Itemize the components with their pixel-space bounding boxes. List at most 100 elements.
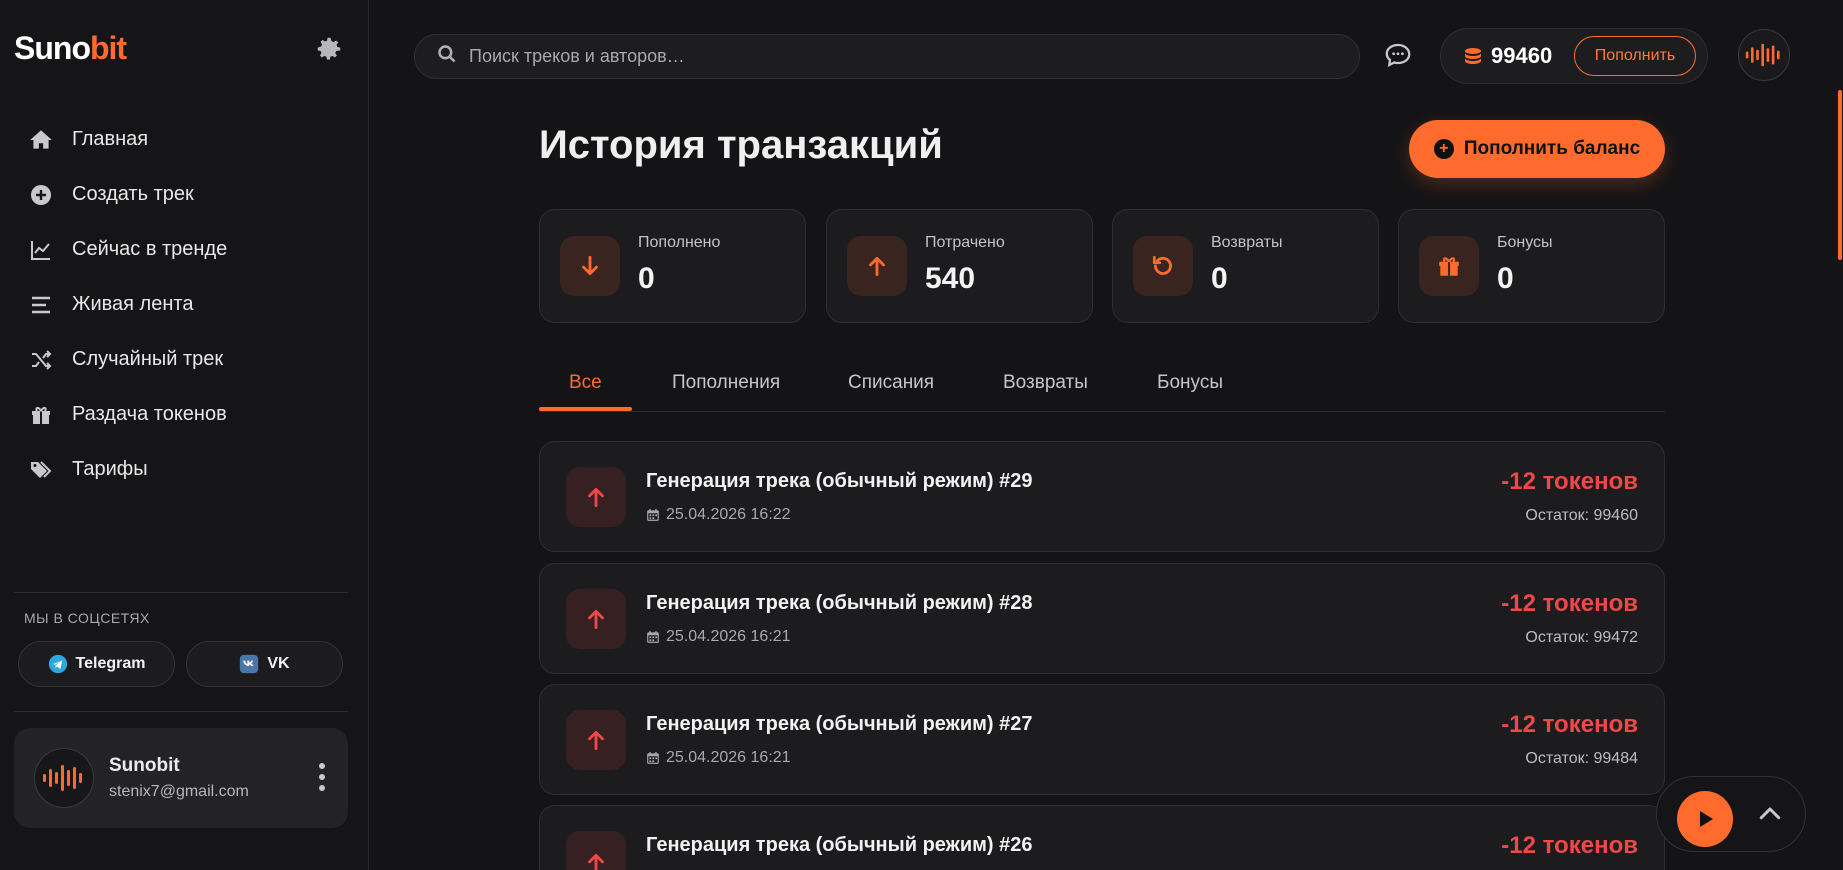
balance-value: 99460 xyxy=(1491,43,1553,68)
chart-line-icon xyxy=(26,235,56,265)
mini-player xyxy=(1656,776,1806,852)
transaction-row[interactable]: Генерация трека (обычный режим) #28 25.0… xyxy=(539,563,1665,674)
sidebar-item-feed[interactable]: Живая лента xyxy=(26,277,346,332)
transaction-amount: -12 токенов xyxy=(1501,590,1638,617)
transaction-row[interactable]: Генерация трека (обычный режим) #27 25.0… xyxy=(539,684,1665,795)
tab-debits[interactable]: Списания xyxy=(848,372,934,394)
sidebar-item-create[interactable]: Создать трек xyxy=(26,167,346,222)
vk-label: VK xyxy=(267,655,290,672)
sidebar-item-giveaway[interactable]: Раздача токенов xyxy=(26,387,346,442)
sidebar: Sunobit Главная Создать трек Сейчас в тр… xyxy=(0,0,369,870)
sidebar-item-label: Создать трек xyxy=(72,183,194,205)
home-icon xyxy=(26,125,56,155)
divider xyxy=(14,711,348,712)
tab-bonuses[interactable]: Бонусы xyxy=(1157,372,1223,394)
chat-icon[interactable] xyxy=(1383,40,1413,70)
arrow-down-icon xyxy=(560,236,620,296)
sidebar-item-tariffs[interactable]: Тарифы xyxy=(26,442,346,497)
user-name: Sunobit xyxy=(109,755,180,776)
search-bar[interactable] xyxy=(414,34,1360,79)
transaction-date-text: 25.04.2026 16:22 xyxy=(666,506,791,523)
balance-pill: 99460 Пополнить xyxy=(1440,28,1708,84)
tab-refunds[interactable]: Возвраты xyxy=(1003,372,1088,394)
transaction-row[interactable]: Генерация трека (обычный режим) #26 -12 … xyxy=(539,805,1665,870)
transaction-date: 25.04.2026 16:21 xyxy=(646,749,791,767)
plus-circle-icon xyxy=(26,180,56,210)
transaction-amount: -12 токенов xyxy=(1501,832,1638,859)
vk-icon xyxy=(239,654,259,674)
transaction-date: 25.04.2026 16:21 xyxy=(646,628,791,646)
arrow-up-icon xyxy=(566,467,626,527)
arrow-up-icon xyxy=(847,236,907,296)
stat-card-bonuses: Бонусы 0 xyxy=(1398,209,1665,323)
plus-circle-icon: + xyxy=(1433,139,1454,159)
gift-icon xyxy=(26,400,56,430)
stat-label: Потрачено xyxy=(925,234,1005,251)
arrow-up-icon xyxy=(566,710,626,770)
logo-text-orange: bit xyxy=(89,30,127,66)
arrow-up-icon xyxy=(566,831,626,870)
calendar-icon xyxy=(646,630,660,644)
topup-button[interactable]: Пополнить xyxy=(1574,36,1696,76)
topup-balance-button[interactable]: + Пополнить баланс xyxy=(1409,120,1665,178)
gear-icon[interactable] xyxy=(314,34,344,64)
user-card[interactable]: Sunobit stenix7@gmail.com xyxy=(14,728,348,828)
topup-balance-label: Пополнить баланс xyxy=(1463,138,1641,159)
scrollbar-thumb[interactable] xyxy=(1838,90,1842,260)
stat-label: Бонусы xyxy=(1497,234,1553,251)
stat-card-deposited: Пополнено 0 xyxy=(539,209,806,323)
stat-value: 0 xyxy=(1497,262,1514,295)
stat-card-refunds: Возвраты 0 xyxy=(1112,209,1379,323)
tabs: Все Пополнения Списания Возвраты Бонусы xyxy=(539,362,1665,412)
calendar-icon xyxy=(646,751,660,765)
stat-value: 0 xyxy=(1211,262,1228,295)
sidebar-item-trending[interactable]: Сейчас в тренде xyxy=(26,222,346,277)
transaction-title: Генерация трека (обычный режим) #28 xyxy=(646,592,1033,614)
page-title: История транзакций xyxy=(539,123,943,167)
profile-avatar[interactable] xyxy=(1738,29,1790,81)
tab-all[interactable]: Все xyxy=(569,372,602,394)
transaction-title: Генерация трека (обычный режим) #27 xyxy=(646,713,1033,735)
transaction-balance-after: Остаток: 99460 xyxy=(1525,507,1638,524)
transaction-balance-after: Остаток: 99484 xyxy=(1525,750,1638,767)
search-input[interactable] xyxy=(469,46,1329,67)
sidebar-item-home[interactable]: Главная xyxy=(26,112,346,167)
logo[interactable]: Sunobit xyxy=(14,30,127,67)
transaction-balance-after: Остаток: 99472 xyxy=(1525,629,1638,646)
tab-deposits[interactable]: Пополнения xyxy=(672,372,780,394)
vk-button[interactable]: VK xyxy=(186,641,343,687)
tab-active-indicator xyxy=(539,407,632,411)
sidebar-nav: Главная Создать трек Сейчас в тренде Жив… xyxy=(26,112,346,497)
coins-icon xyxy=(1461,45,1485,69)
sidebar-item-label: Главная xyxy=(72,128,149,150)
user-email: stenix7@gmail.com xyxy=(109,783,249,800)
sidebar-item-label: Случайный трек xyxy=(72,348,224,370)
transaction-title: Генерация трека (обычный режим) #29 xyxy=(646,470,1033,492)
calendar-icon xyxy=(646,508,660,522)
sidebar-item-random[interactable]: Случайный трек xyxy=(26,332,346,387)
stat-value: 540 xyxy=(925,262,976,295)
shuffle-icon xyxy=(26,345,56,375)
telegram-button[interactable]: Telegram xyxy=(18,641,175,687)
telegram-icon xyxy=(48,654,68,674)
play-icon[interactable] xyxy=(1677,791,1733,847)
transaction-date-text: 25.04.2026 16:21 xyxy=(666,628,791,645)
more-vertical-icon[interactable] xyxy=(312,760,332,794)
stat-card-spent: Потрачено 540 xyxy=(826,209,1093,323)
transaction-row[interactable]: Генерация трека (обычный режим) #29 25.0… xyxy=(539,441,1665,552)
sidebar-item-label: Раздача токенов xyxy=(72,403,227,425)
stat-label: Возвраты xyxy=(1211,234,1283,251)
stat-label: Пополнено xyxy=(638,234,721,251)
stat-value: 0 xyxy=(638,262,655,295)
arrow-up-icon xyxy=(566,589,626,649)
telegram-label: Telegram xyxy=(75,655,146,672)
search-icon xyxy=(437,44,457,69)
avatar xyxy=(34,748,94,808)
transaction-amount: -12 токенов xyxy=(1501,468,1638,495)
chevron-up-icon[interactable] xyxy=(1755,799,1785,829)
sidebar-item-label: Сейчас в тренде xyxy=(72,238,228,260)
logo-text-white: Suno xyxy=(14,30,91,66)
tags-icon xyxy=(26,455,56,485)
list-icon xyxy=(26,290,56,320)
social-title: МЫ В СОЦСЕТЯХ xyxy=(24,610,150,626)
